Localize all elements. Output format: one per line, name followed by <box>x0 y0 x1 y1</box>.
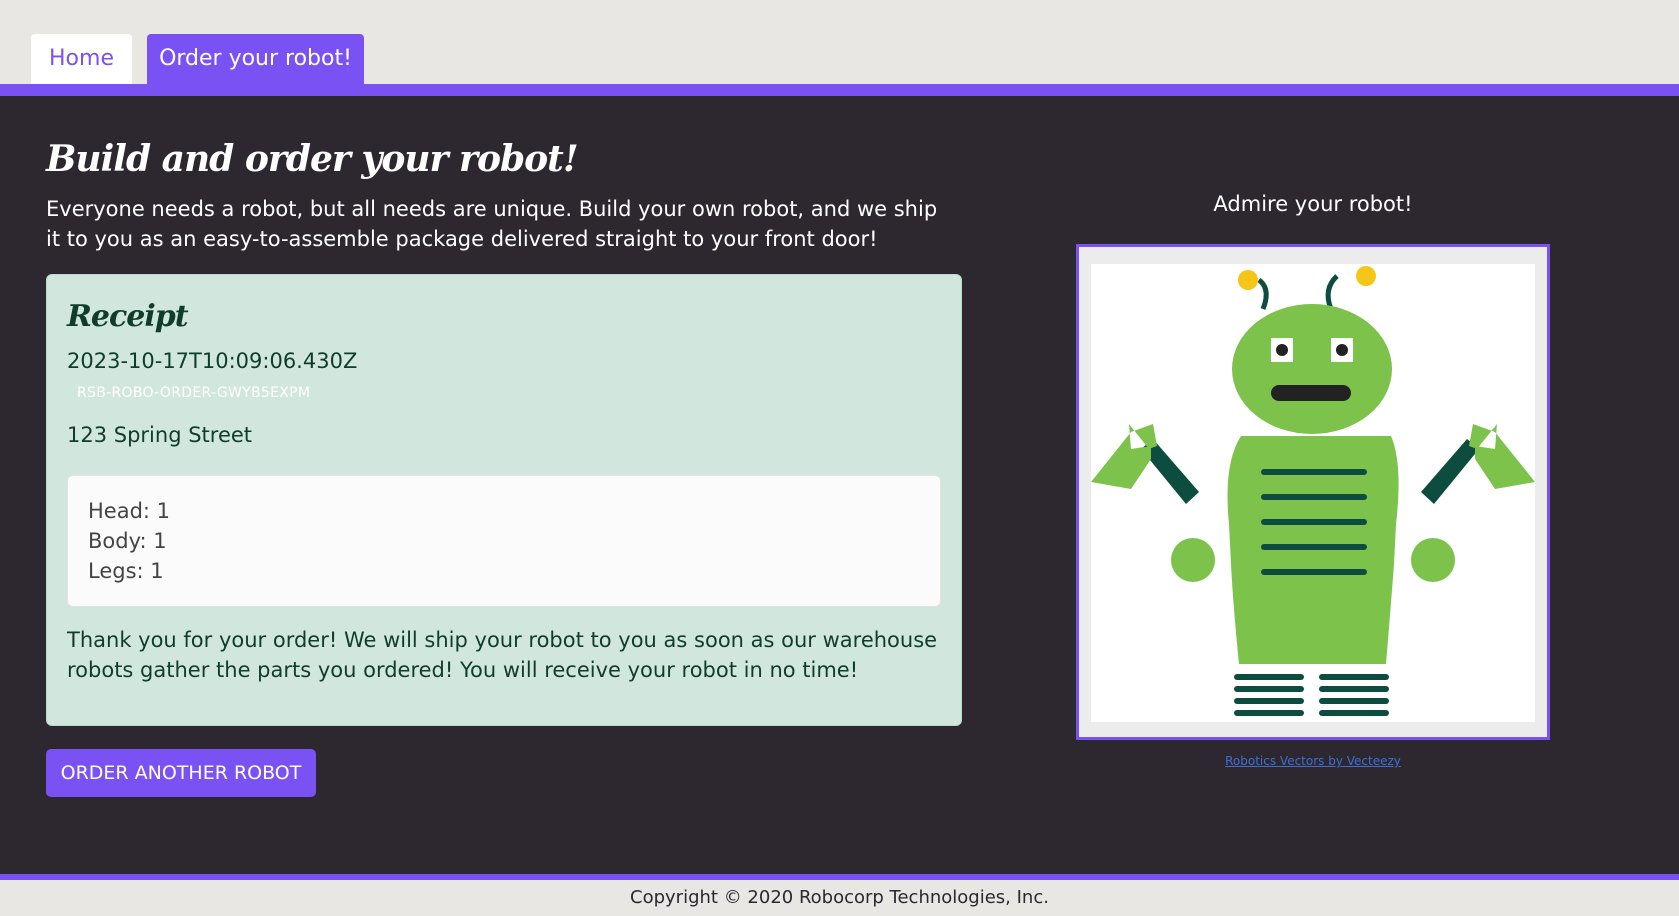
intro-text: Everyone needs a robot, but all needs ar… <box>46 197 938 251</box>
part-legs: Legs: 1 <box>88 559 164 583</box>
part-head: Head: 1 <box>88 499 171 523</box>
thank-you-message: Thank you for your order! We will ship y… <box>67 628 938 682</box>
receipt-timestamp: 2023-10-17T10:09:06.430Z <box>67 349 358 373</box>
preview-heading: Admire your robot! <box>1213 192 1413 216</box>
vecteezy-credit-link[interactable]: Robotics Vectors by Vecteezy <box>1076 754 1550 768</box>
robot-icon <box>1091 266 1535 716</box>
order-id-badge: RSB-ROBO-ORDER-GWYB5EXPM <box>77 385 311 401</box>
parts-list: Head: 1 Body: 1 Legs: 1 <box>67 475 941 607</box>
accent-stripe-top <box>0 84 1679 96</box>
part-body: Body: 1 <box>88 529 167 553</box>
tab-order-your-robot[interactable]: Order your robot! <box>147 34 364 84</box>
order-another-robot-button[interactable]: ORDER ANOTHER ROBOT <box>46 749 316 797</box>
receipt-panel: Receipt 2023-10-17T10:09:06.430Z RSB-ROB… <box>46 274 962 726</box>
tab-home[interactable]: Home <box>31 34 132 84</box>
top-navigation: Home Order your robot! <box>0 0 1679 84</box>
footer: Copyright © 2020 Robocorp Technologies, … <box>0 880 1679 916</box>
main-content: Build and order your robot! Everyone nee… <box>0 96 1679 874</box>
robot-preview-frame <box>1076 244 1550 740</box>
receipt-title: Receipt <box>67 299 189 334</box>
copyright-text: Copyright © 2020 Robocorp Technologies, … <box>630 887 1049 908</box>
robot-preview-image <box>1091 264 1535 722</box>
shipping-address: 123 Spring Street <box>67 423 253 447</box>
page-title: Build and order your robot! <box>46 138 579 180</box>
